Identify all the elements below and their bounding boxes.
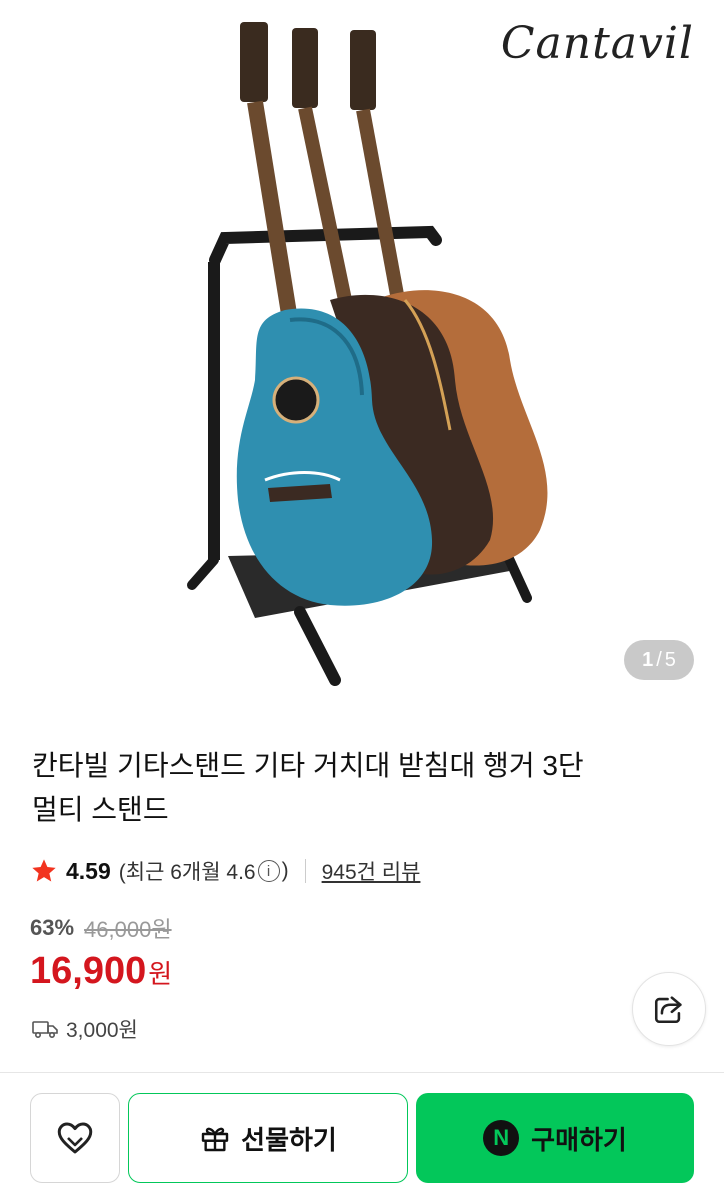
info-icon[interactable]: i	[257, 860, 280, 882]
share-icon	[654, 996, 682, 1024]
guitar-stand-product-image	[187, 22, 548, 686]
review-count-link[interactable]: 945건 리뷰	[322, 856, 421, 886]
naver-pay-icon: N	[483, 1120, 520, 1156]
rating-score: 4.59	[66, 857, 111, 884]
truck-icon	[32, 1021, 58, 1039]
bottom-action-bar: 선물하기 N 구매하기	[0, 1072, 724, 1200]
product-title-line1: 칸타빌 기타스탠드 기타 거치대 받침대 행거 3단	[32, 750, 584, 781]
pager-current: 1	[642, 648, 654, 671]
currency-unit: 원	[148, 959, 173, 989]
brand-logo: Cantavil	[500, 18, 694, 69]
gift-button-label: 선물하기	[241, 1124, 337, 1155]
wishlist-button[interactable]	[30, 1093, 120, 1183]
shipping-row: 3,000원	[32, 1014, 138, 1044]
original-price: 46,000원	[84, 917, 172, 942]
share-button[interactable]	[632, 972, 706, 1046]
image-pager: 1 / 5	[624, 640, 694, 680]
star-icon	[32, 859, 56, 882]
rating-row: 4.59 (최근 6개월 4.6 i ) 945건 리뷰	[30, 853, 420, 889]
buy-button-label: 구매하기	[531, 1124, 627, 1155]
buy-button[interactable]: N 구매하기	[416, 1093, 694, 1183]
gift-icon	[201, 1127, 229, 1152]
gift-button[interactable]: 선물하기	[128, 1093, 408, 1183]
product-title-line2: 멀티 스탠드	[32, 794, 169, 825]
pager-total: 5	[664, 648, 676, 671]
discount-rate: 63%	[30, 915, 75, 940]
discount-row: 63% 46,000원	[30, 912, 172, 944]
sale-price-row: 16,900 원	[30, 950, 172, 993]
sale-price: 16,900	[30, 950, 147, 992]
divider	[304, 859, 306, 883]
pager-separator: /	[656, 648, 662, 671]
product-image-gallery[interactable]: Cantavil 1 / 5	[0, 0, 724, 712]
rating-recent-prefix: (최근 6개월 4.6	[118, 861, 256, 884]
rating-recent-suffix: )	[281, 859, 289, 882]
product-title: 칸타빌 기타스탠드 기타 거치대 받침대 행거 3단 멀티 스탠드	[32, 744, 672, 832]
heart-icon	[57, 1122, 93, 1154]
shipping-fee: 3,000원	[66, 1019, 138, 1042]
